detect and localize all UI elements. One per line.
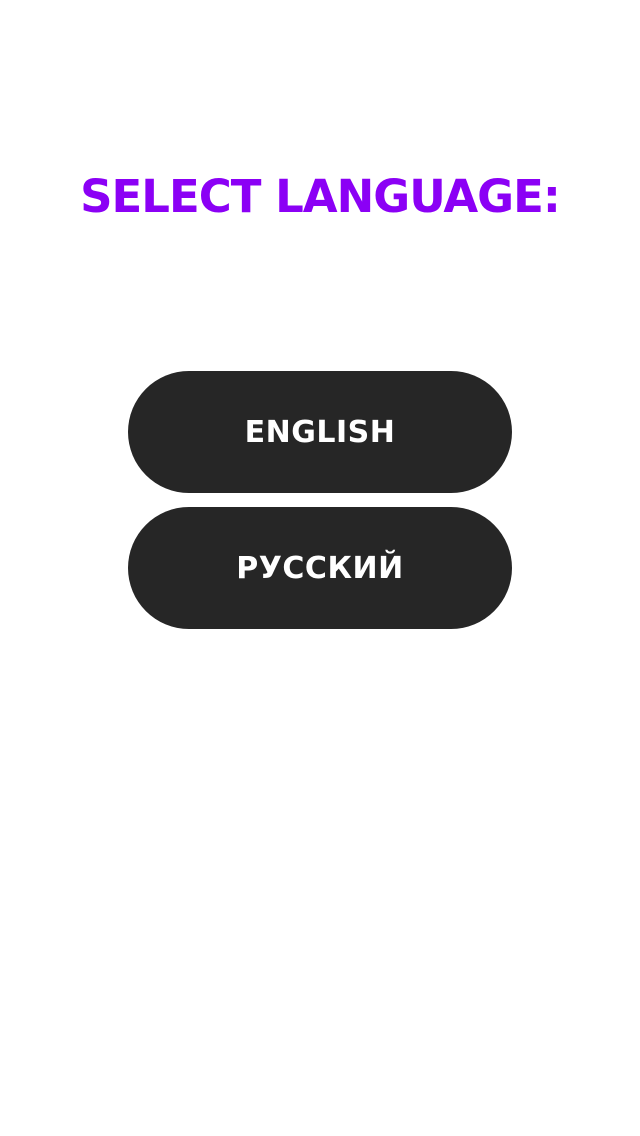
page-title: SELECT LANGUAGE:: [80, 170, 561, 223]
russian-language-label: РУССКИЙ: [236, 550, 404, 586]
language-select-screen: SELECT LANGUAGE: ENGLISH РУССКИЙ: [0, 0, 640, 1136]
english-language-label: ENGLISH: [244, 414, 396, 450]
russian-language-button[interactable]: РУССКИЙ: [128, 507, 512, 629]
english-language-button[interactable]: ENGLISH: [128, 371, 512, 493]
